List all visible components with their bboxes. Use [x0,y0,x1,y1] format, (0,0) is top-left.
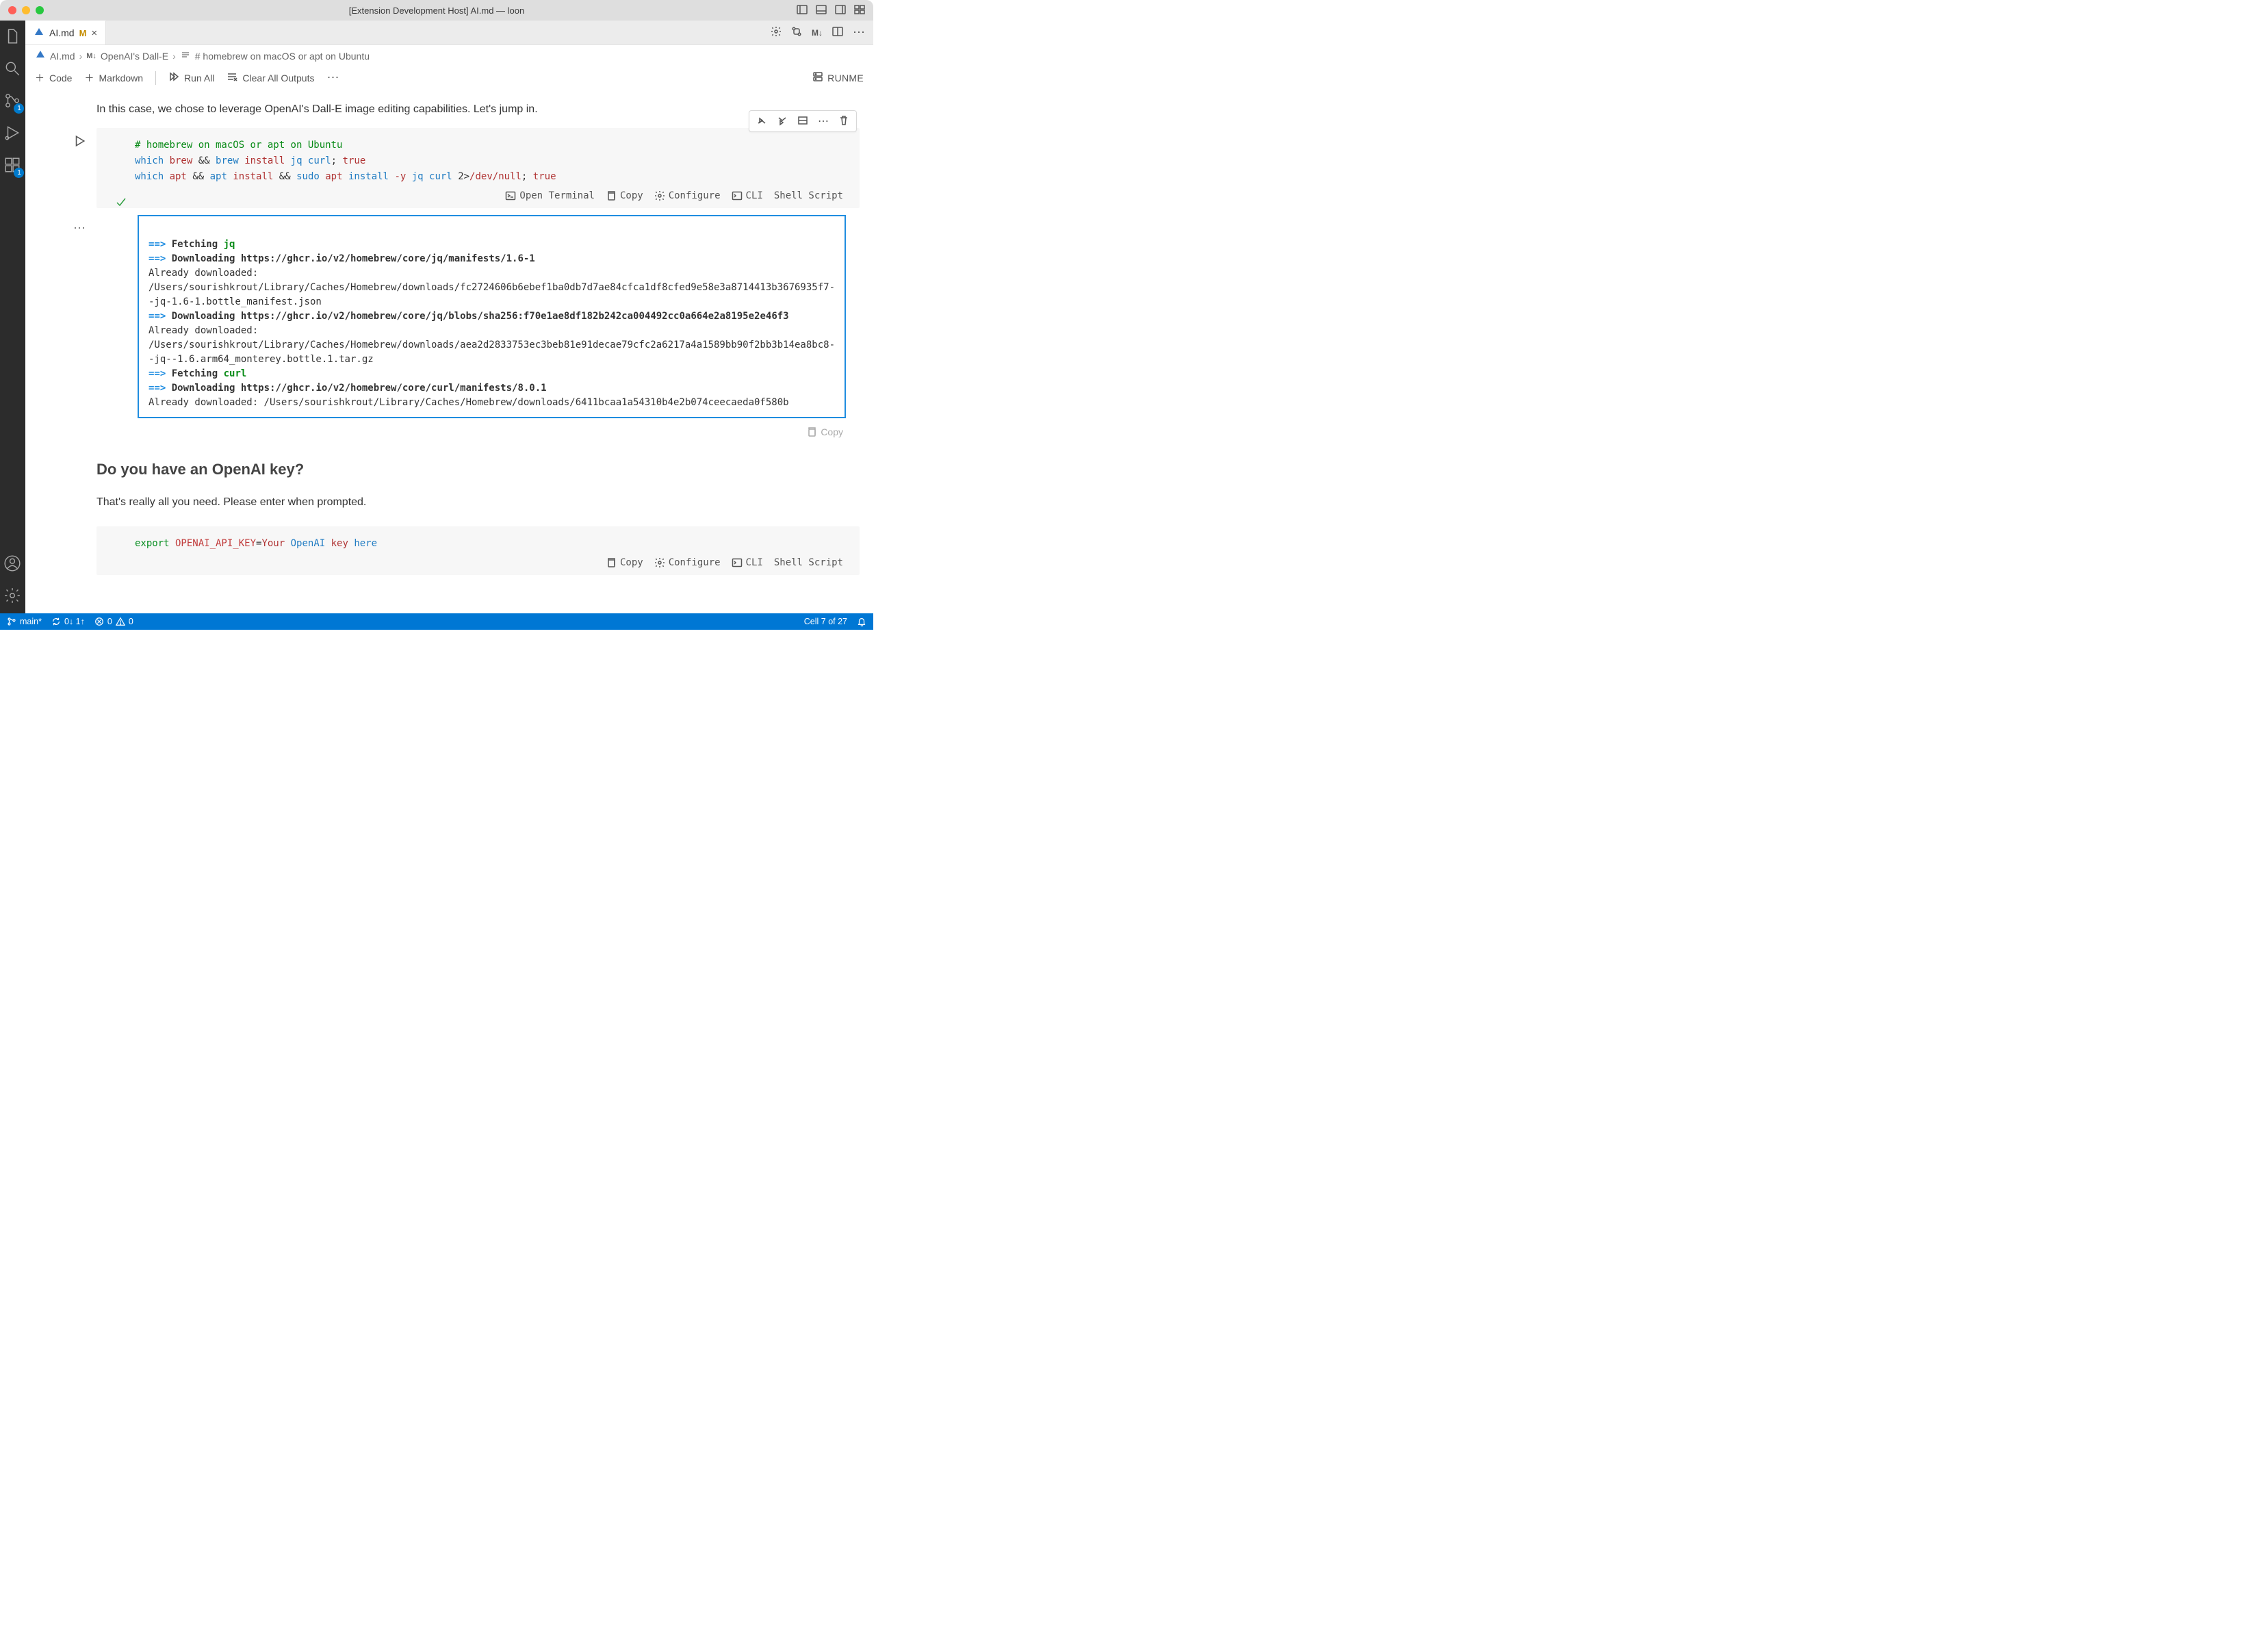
close-window-button[interactable] [8,6,16,14]
runme-kernel-button[interactable]: RUNME [812,71,864,84]
extensions-icon[interactable]: 1 [3,156,21,176]
tabs-row: AI.md M × M↓ ⋯ [25,21,873,45]
toolbar-more-icon[interactable]: ⋯ [326,71,339,85]
code-cell-footer: Open Terminal Copy Configure CLI [135,185,846,203]
clear-all-outputs-button[interactable]: Clear All Outputs [227,71,314,84]
markdown-cell-followup: That's really all you need. Please enter… [25,484,873,518]
split-cell-icon[interactable] [797,115,808,128]
extensions-badge: 1 [14,168,24,178]
code-editor[interactable]: # homebrew on macOS or apt on Ubuntu whi… [96,128,860,208]
delete-cell-icon[interactable] [838,115,849,128]
chevron-right-icon: › [172,51,176,62]
open-terminal-button[interactable]: Open Terminal [505,190,595,201]
gear-icon[interactable] [771,26,782,39]
git-branch-status[interactable]: main* [7,617,42,626]
copy-button[interactable]: Copy [606,190,643,201]
editor-area: AI.md M × M↓ ⋯ AI.md › M↓ OpenAI's Dall-… [25,21,873,613]
divider [155,71,156,85]
plus-icon: ＋ [35,71,44,85]
git-sync-status[interactable]: 0↓ 1↑ [51,617,85,626]
run-all-icon [168,71,179,84]
server-icon [812,71,823,84]
configure-button[interactable]: Configure [654,557,721,568]
problems-status[interactable]: 0 0 [94,617,133,626]
titlebar-layout-controls [797,4,865,17]
titlebar: [Extension Development Host] AI.md — loo… [0,0,873,21]
language-label[interactable]: Shell Script [774,190,843,201]
clear-outputs-icon [227,71,237,84]
window-title: [Extension Development Host] AI.md — loo… [0,5,873,16]
markdown-file-icon [34,27,44,40]
code-cell-1: ⋯ # homebrew on macOS or apt on Ubuntu w… [25,125,873,440]
markdown-heading: Do you have an OpenAI key? [25,440,873,484]
notebook-toolbar: ＋ Code ＋ Markdown Run All Clear All Outp… [25,66,873,94]
split-editor-icon[interactable] [832,26,843,39]
run-debug-icon[interactable] [3,124,21,144]
cell-success-icon [116,196,127,209]
code-cell-2: export OPENAI_API_KEY=Your OpenAI key he… [25,518,873,578]
maximize-window-button[interactable] [36,6,44,14]
toggle-panel-icon[interactable] [816,4,827,17]
more-cell-actions-icon[interactable]: ⋯ [818,114,829,128]
cli-button[interactable]: CLI [732,190,763,201]
customize-layout-icon[interactable] [854,4,865,17]
code-cell-footer: Copy Configure CLI Shell Script [135,552,846,570]
language-label[interactable]: Shell Script [774,557,843,568]
search-icon[interactable] [3,60,21,79]
tab-modified-indicator: M [79,28,87,38]
heading-symbol-icon [180,49,191,62]
activity-bar: 1 1 [0,21,25,613]
breadcrumb-heading[interactable]: # homebrew on macOS or apt on Ubuntu [195,51,370,62]
status-bar: main* 0↓ 1↑ 0 0 Cell 7 of 27 [0,613,873,630]
markdown-preview-badge[interactable]: M↓ [812,28,823,38]
cli-button[interactable]: CLI [732,557,763,568]
toggle-secondary-sidebar-icon[interactable] [835,4,846,17]
traffic-lights [8,6,44,14]
breadcrumb-file[interactable]: AI.md [50,51,75,62]
scm-badge: 1 [14,103,24,114]
tab-filename: AI.md [49,27,75,38]
breadcrumb-section[interactable]: OpenAI's Dall-E [101,51,168,62]
chevron-right-icon: › [79,51,83,62]
markdown-symbol-icon: M↓ [86,52,96,60]
output-copy-button[interactable]: Copy [66,422,860,437]
toggle-primary-sidebar-icon[interactable] [797,4,808,17]
configure-button[interactable]: Configure [654,190,721,201]
compare-changes-icon[interactable] [791,26,802,39]
execute-below-icon[interactable] [777,115,788,128]
markdown-file-icon [35,49,46,62]
cell-toolbar: ⋯ [749,110,857,132]
markdown-cell-intro: In this case, we chose to leverage OpenA… [25,101,873,125]
explorer-icon[interactable] [3,27,21,47]
minimize-window-button[interactable] [22,6,30,14]
cell-output-collapse-icon[interactable]: ⋯ [73,221,86,235]
more-actions-icon[interactable]: ⋯ [853,25,865,40]
tab-ai-md[interactable]: AI.md M × [25,21,106,44]
run-cell-button[interactable] [73,135,86,149]
plus-icon: ＋ [84,71,94,85]
run-all-button[interactable]: Run All [168,71,214,84]
cell-output: ==> Fetching jq ==> Downloading https://… [138,215,846,418]
tab-close-icon[interactable]: × [91,27,97,39]
cell-position-status[interactable]: Cell 7 of 27 [804,617,847,626]
tab-actions: M↓ ⋯ [771,21,873,44]
add-markdown-cell-button[interactable]: ＋ Markdown [84,71,143,85]
accounts-icon[interactable] [3,554,21,574]
source-control-icon[interactable]: 1 [3,92,21,112]
add-code-cell-button[interactable]: ＋ Code [35,71,72,85]
notebook-content[interactable]: In this case, we chose to leverage OpenA… [25,94,873,613]
code-editor[interactable]: export OPENAI_API_KEY=Your OpenAI key he… [96,526,860,575]
notifications-icon[interactable] [857,617,866,626]
copy-button[interactable]: Copy [606,557,643,568]
settings-gear-icon[interactable] [3,587,21,606]
breadcrumbs[interactable]: AI.md › M↓ OpenAI's Dall-E › # homebrew … [25,45,873,66]
execute-above-icon[interactable] [756,115,767,128]
